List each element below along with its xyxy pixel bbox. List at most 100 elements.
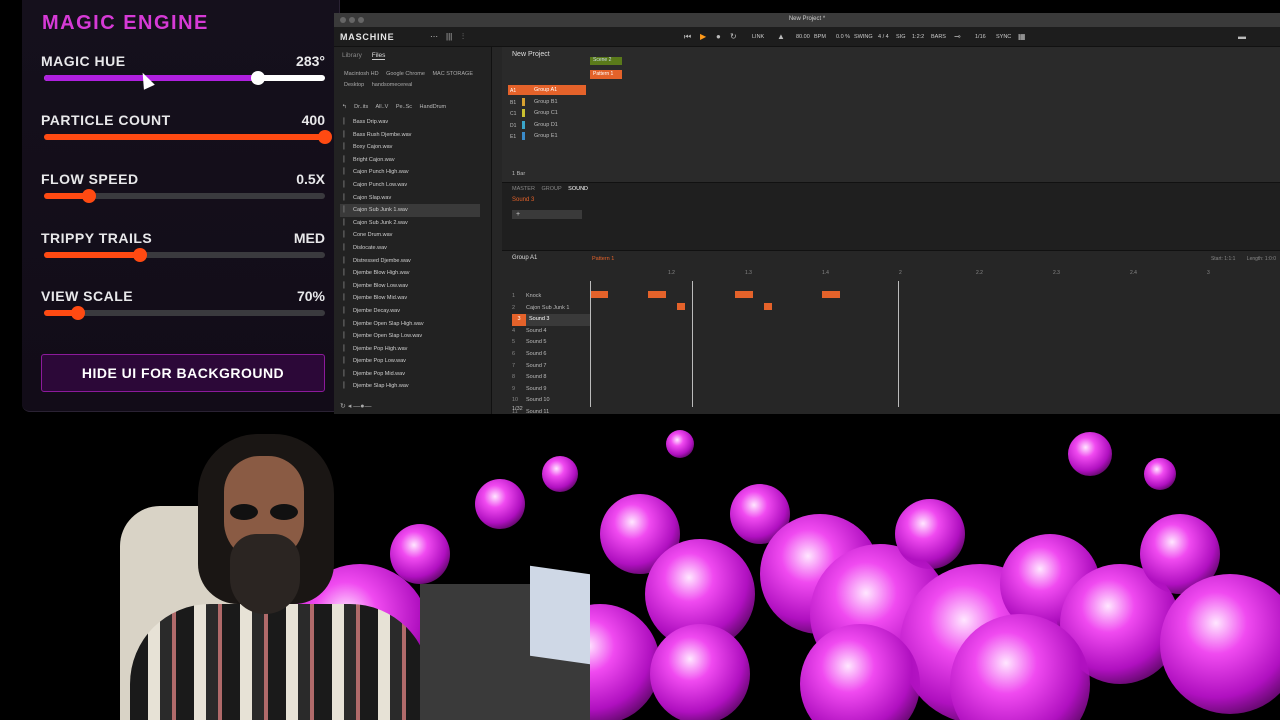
tab-group[interactable]: GROUP <box>541 186 561 192</box>
location-item[interactable]: handsomecereal <box>372 80 413 91</box>
note-event[interactable] <box>590 291 608 298</box>
file-item[interactable]: Distressed Djembe.wav <box>340 255 480 268</box>
slider-thumb[interactable] <box>81 189 96 203</box>
location-item[interactable]: MAC STORAGE <box>432 69 473 80</box>
bar-length[interactable]: 1 Bar <box>512 171 525 177</box>
slider-track[interactable] <box>44 130 332 144</box>
file-item[interactable]: Djembe Open Slap Low.wav <box>340 330 480 343</box>
file-item[interactable]: Cajon Slap.wav <box>340 192 480 205</box>
file-item[interactable]: Djembe Pop Low.wav <box>340 355 480 368</box>
file-item[interactable]: Cajon Punch Low.wav <box>340 179 480 192</box>
sound-row[interactable]: 10 Sound 10 <box>512 395 590 407</box>
pattern-name[interactable]: Pattern 1 <box>592 256 614 262</box>
sound-row[interactable]: 6 Sound 6 <box>512 349 590 361</box>
group-item[interactable]: D1 Group D1 <box>508 120 586 130</box>
pattern-block[interactable]: Pattern 1 <box>590 70 622 79</box>
breadcrumb-item[interactable]: All..V <box>375 104 388 110</box>
file-item[interactable]: Djembe Pop High.wav <box>340 343 480 356</box>
grid-resolution[interactable]: 1/32 <box>512 406 523 412</box>
location-item[interactable]: Desktop <box>344 80 364 91</box>
group-name[interactable]: Group A1 <box>512 255 537 261</box>
sound-row[interactable]: 1 Knock <box>512 291 590 303</box>
follow-icon[interactable]: ⊸ <box>954 32 961 41</box>
add-plugin-button[interactable]: + <box>512 210 582 219</box>
note-event[interactable] <box>822 291 840 298</box>
pattern-length[interactable]: Length: 1:0:0 <box>1247 256 1276 262</box>
file-item[interactable]: Djembe Pop Mid.wav <box>340 368 480 381</box>
tab-files[interactable]: Files <box>371 52 386 60</box>
breadcrumb-item[interactable]: Pe..Sc <box>396 104 412 110</box>
tempo-value[interactable]: 80.00 <box>796 34 810 40</box>
slider-track[interactable] <box>44 248 325 262</box>
group-item[interactable]: E1 Group E1 <box>508 131 586 141</box>
metronome-icon[interactable]: ▲ <box>777 32 785 41</box>
quantize-value[interactable]: 1/16 <box>975 34 986 40</box>
play-icon[interactable]: ▶ <box>700 32 706 41</box>
tab-master[interactable]: MASTER <box>512 186 535 192</box>
slider-track[interactable] <box>44 71 325 85</box>
menu-icon[interactable]: ⋯ <box>430 32 438 41</box>
loop-icon[interactable]: ↻ <box>730 32 737 41</box>
signature-value[interactable]: 4 / 4 <box>878 34 889 40</box>
file-item[interactable]: Djembe Open Slap High.wav <box>340 318 480 331</box>
scene-block[interactable]: Scene 2 <box>590 57 622 65</box>
breadcrumb-item[interactable]: HandDrum <box>420 104 447 110</box>
pattern-start[interactable]: Start: 1:1:1 <box>1211 256 1235 262</box>
back-icon[interactable]: ↰ <box>342 104 347 110</box>
sync-label[interactable]: SYNC <box>996 34 1011 40</box>
project-name[interactable]: New Project <box>512 51 550 58</box>
volume-slider[interactable]: —●— <box>353 403 371 410</box>
group-item[interactable]: C1 Group C1 <box>508 108 586 118</box>
mixer-icon[interactable]: ⫶ <box>462 32 464 42</box>
sound-row[interactable]: 5 Sound 5 <box>512 337 590 349</box>
file-item[interactable]: Djembe Blow Low.wav <box>340 280 480 293</box>
refresh-icon[interactable]: ↻ <box>340 403 346 410</box>
file-item[interactable]: Bright Cajon.wav <box>340 154 480 167</box>
sound-row[interactable]: 7 Sound 7 <box>512 361 590 373</box>
sound-row[interactable]: 8 Sound 8 <box>512 372 590 384</box>
file-item[interactable]: Bass Rush Djembe.wav <box>340 129 480 142</box>
file-item[interactable]: Boxy Cajon.wav <box>340 141 480 154</box>
location-item[interactable]: Macintosh HD <box>344 69 379 80</box>
keyboard-icon[interactable]: ▦ <box>1018 32 1026 41</box>
link-label[interactable]: LINK <box>752 34 764 40</box>
file-item[interactable]: Djembe Blow High.wav <box>340 267 480 280</box>
sound-row[interactable]: 3 Sound 3 <box>512 314 590 326</box>
speaker-icon[interactable]: ◂ <box>348 403 352 410</box>
swing-value[interactable]: 0.0 % <box>836 34 850 40</box>
sound-row[interactable]: 2 Cajon Sub Junk 1 <box>512 303 590 315</box>
record-icon[interactable]: ● <box>716 32 721 41</box>
sound-name[interactable]: Sound 3 <box>512 197 534 203</box>
note-event[interactable] <box>764 302 772 310</box>
tab-library[interactable]: Library <box>342 52 362 59</box>
file-item[interactable]: Djembe Decay.wav <box>340 305 480 318</box>
slider-thumb[interactable] <box>318 130 332 144</box>
slider-thumb[interactable] <box>70 306 85 320</box>
tab-sound[interactable]: SOUND <box>568 186 588 192</box>
note-event[interactable] <box>648 291 666 298</box>
group-item[interactable]: B1 Group B1 <box>508 97 586 107</box>
slider-track[interactable] <box>44 306 325 320</box>
file-item[interactable]: Cajon Sub Junk 1.wav <box>340 204 480 217</box>
sound-row[interactable]: 9 Sound 9 <box>512 384 590 396</box>
file-item[interactable]: Dislocate.wav <box>340 242 480 255</box>
bars-value[interactable]: 1:2:2 <box>912 34 924 40</box>
file-item[interactable]: Cajon Punch High.wav <box>340 166 480 179</box>
file-item[interactable]: Djembe Blow Mid.wav <box>340 292 480 305</box>
file-item[interactable]: Cone Drum.wav <box>340 229 480 242</box>
note-event[interactable] <box>677 302 685 310</box>
rewind-icon[interactable]: ⏮ <box>684 32 691 42</box>
note-event[interactable] <box>735 291 753 298</box>
slider-track[interactable] <box>44 189 325 203</box>
step-grid[interactable] <box>590 281 1280 405</box>
hide-ui-button[interactable]: HIDE UI FOR BACKGROUND <box>41 354 325 392</box>
file-item[interactable]: Cajon Sub Junk 2.wav <box>340 217 480 230</box>
file-item[interactable]: Bass Drip.wav <box>340 116 480 129</box>
library-icon[interactable]: ||| <box>446 32 452 41</box>
slider-thumb[interactable] <box>132 248 147 262</box>
sound-row[interactable]: 4 Sound 4 <box>512 326 590 338</box>
group-item[interactable]: A1 Group A1 <box>508 85 586 95</box>
breadcrumb-item[interactable]: Dr..its <box>354 104 368 110</box>
slider-thumb[interactable] <box>250 71 265 85</box>
file-item[interactable]: Djembe Slap High.wav <box>340 380 480 393</box>
